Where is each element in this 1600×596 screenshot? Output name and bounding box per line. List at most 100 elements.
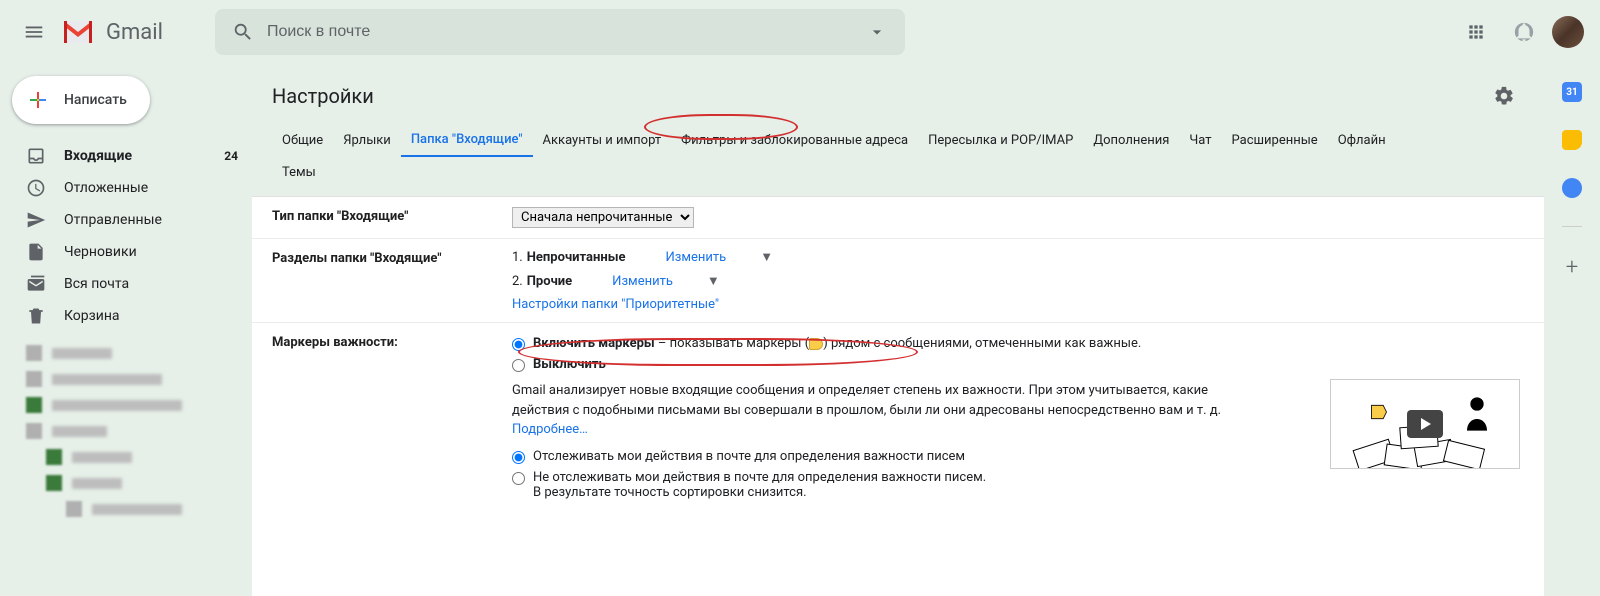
sent-icon [26,210,46,230]
sidebar-item-snoozed[interactable]: Отложенные [0,172,250,204]
sidebar-item-label: Корзина [64,308,120,324]
settings-tabs: Общие Ярлыки Папка "Входящие" Аккаунты и… [252,124,1544,188]
header-actions [1456,12,1584,52]
settings-body: Тип папки "Входящие" Сначала непрочитанн… [252,196,1544,596]
search-icon [232,21,254,43]
row-inbox-sections: Разделы папки "Входящие" 1. Непрочитанны… [252,239,1544,323]
sidebar-label-blurred[interactable] [0,418,250,444]
settings-gear-button[interactable] [1484,76,1524,116]
account-avatar[interactable] [1552,16,1584,48]
search-button[interactable] [223,12,263,52]
inbox-icon [26,146,46,166]
tab-addons[interactable]: Дополнения [1083,125,1179,156]
sidebar-label-blurred[interactable] [0,340,250,366]
tab-advanced[interactable]: Расширенные [1222,125,1328,156]
section-name: Непрочитанные [527,250,626,265]
row-label: Тип папки "Входящие" [272,207,512,228]
row-label: Разделы папки "Входящие" [272,249,512,312]
compose-label: Написать [64,92,127,108]
tab-offline[interactable]: Офлайн [1328,125,1396,156]
tab-accounts[interactable]: Аккаунты и импорт [533,125,672,156]
importance-marker-icon [809,338,823,350]
caret-down-icon: ▼ [707,273,720,289]
gmail-logo-icon [60,19,96,45]
main-content: Настройки Общие Ярлыки Папка "Входящие" … [252,64,1544,557]
hamburger-icon [23,21,45,43]
sidebar-item-label: Вся почта [64,276,129,292]
track-off-note: В результате точность сортировки снизитс… [533,485,807,500]
search-input[interactable] [263,23,857,41]
tab-filters[interactable]: Фильтры и заблокированные адреса [671,125,918,156]
row-label: Маркеры важности: [272,333,512,503]
bell-icon [1513,21,1535,43]
sidebar-item-sent[interactable]: Отправленные [0,204,250,236]
sidebar-item-drafts[interactable]: Черновики [0,236,250,268]
tab-labels[interactable]: Ярлыки [333,125,401,156]
plus-icon [26,88,50,112]
add-app-button[interactable]: + [1566,255,1578,280]
side-panel: + [1544,64,1600,557]
track-on-label: Отслеживать мои действия в почте для опр… [533,449,965,464]
notifications-button[interactable] [1504,12,1544,52]
section-number: 2. [512,274,523,289]
sidebar-item-label: Входящие [64,148,132,164]
sidebar-label-blurred[interactable] [0,496,250,522]
sidebar-item-allmail[interactable]: Вся почта [0,268,250,300]
markers-on-desc-before: – показывать маркеры ( [655,336,810,351]
draft-icon [26,242,46,262]
compose-button[interactable]: Написать [12,76,150,124]
sidebar-item-label: Отправленные [64,212,162,228]
row-importance-markers: Маркеры важности: Включить маркеры – пок… [252,323,1544,513]
inbox-type-select[interactable]: Сначала непрочитанные [512,207,694,228]
trash-icon [26,306,46,326]
tab-general[interactable]: Общие [272,125,333,156]
tab-themes[interactable]: Темы [272,157,326,188]
rail-divider [1562,226,1582,227]
sidebar: Написать Входящие 24 Отложенные Отправле… [0,64,250,557]
learn-more-link[interactable]: Подробнее… [512,422,588,437]
section-number: 1. [512,250,523,265]
track-off-radio[interactable] [512,472,525,485]
sidebar-item-label: Отложенные [64,180,148,196]
keep-app-icon[interactable] [1562,130,1582,150]
section-name: Прочие [527,274,572,289]
change-section-link[interactable]: Изменить ▼ [612,273,732,289]
track-off-label: Не отслеживать мои действия в почте для … [533,470,986,485]
sidebar-item-trash[interactable]: Корзина [0,300,250,332]
tab-chat[interactable]: Чат [1179,125,1221,156]
sidebar-label-blurred[interactable] [0,366,250,392]
sidebar-item-inbox[interactable]: Входящие 24 [0,140,250,172]
markers-off-radio[interactable] [512,359,525,372]
allmail-icon [26,274,46,294]
calendar-app-icon[interactable] [1562,82,1582,102]
caret-down-icon [867,22,887,42]
search-options-button[interactable] [857,12,897,52]
play-icon [1407,410,1443,438]
gmail-logo[interactable]: Gmail [60,19,163,45]
markers-paragraph: Gmail анализирует новые входящие сообщен… [512,383,1221,418]
gmail-logo-text: Gmail [106,20,163,45]
markers-on-desc-after: ) рядом с сообщениями, отмеченными как в… [823,336,1141,351]
markers-on-radio[interactable] [512,338,525,351]
main-menu-button[interactable] [12,10,56,54]
header: Gmail [0,0,1600,64]
tasks-app-icon[interactable] [1562,178,1582,198]
row-inbox-type: Тип папки "Входящие" Сначала непрочитанн… [252,197,1544,239]
page-title: Настройки [272,84,1484,108]
inbox-count: 24 [224,149,238,163]
markers-on-label: Включить маркеры [533,336,655,351]
change-section-link[interactable]: Изменить ▼ [666,249,786,265]
importance-help-video[interactable] [1330,379,1520,469]
caret-down-icon: ▼ [760,249,773,265]
search-bar [215,9,905,55]
clock-icon [26,178,46,198]
tab-inbox[interactable]: Папка "Входящие" [401,124,533,157]
sidebar-label-blurred[interactable] [0,392,250,418]
tab-forwarding[interactable]: Пересылка и POP/IMAP [918,125,1083,156]
sidebar-label-blurred[interactable] [0,444,250,470]
gear-icon [1493,85,1515,107]
sidebar-label-blurred[interactable] [0,470,250,496]
apps-button[interactable] [1456,12,1496,52]
priority-inbox-link[interactable]: Настройки папки "Приоритетные" [512,297,719,312]
track-on-radio[interactable] [512,451,525,464]
